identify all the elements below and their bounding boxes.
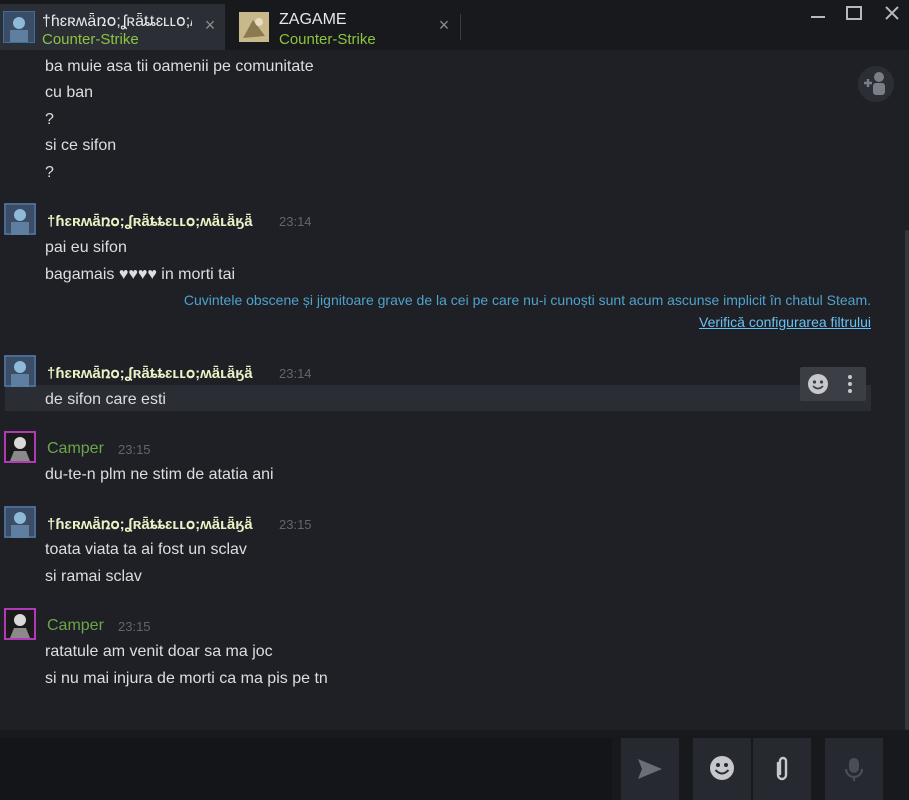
- tab-game-status: Counter-Strike: [42, 31, 139, 48]
- tab-chat-zagame[interactable]: ZAGAME Counter-Strike ×: [229, 4, 459, 50]
- avatar[interactable]: [4, 431, 36, 463]
- attach-button[interactable]: [753, 738, 811, 800]
- message-text: du-te-n plm ne stim de atatia ani: [45, 466, 274, 483]
- message-text: ba muie asa tii oamenii pe comunitate: [45, 58, 314, 75]
- message-text: toata viata ta ai fost un sclav: [45, 541, 247, 558]
- message-time: 23:15: [279, 517, 312, 532]
- avatar[interactable]: [4, 203, 36, 235]
- message-text: pai eu sifon: [45, 239, 127, 256]
- paperclip-icon: [776, 756, 788, 781]
- tab-chat-active[interactable]: †ɦɛʀʍǟռօ;ʆʀǟȶȶɛʟʟօ;ʍǟʟǟӄǟ Counter-Strike…: [0, 4, 225, 50]
- close-icon[interactable]: ×: [201, 16, 219, 34]
- add-friend-icon[interactable]: [858, 66, 894, 102]
- message-text: bagamais ♥♥♥♥ in morti tai: [45, 266, 236, 283]
- message-text: si nu mai injura de morti ca ma pis pe t…: [45, 670, 328, 687]
- message-text: ?: [45, 111, 54, 128]
- tab-friend-name: †ɦɛʀʍǟռօ;ʆʀǟȶȶɛʟʟօ;ʍǟʟǟӄǟ: [42, 13, 192, 30]
- message-input[interactable]: [0, 738, 612, 800]
- sender-name[interactable]: Camper: [47, 617, 104, 635]
- message-time: 23:15: [118, 442, 151, 457]
- tab-friend-name: ZAGAME: [279, 11, 347, 28]
- sender-name[interactable]: †ɦɛʀʍǟռօ;ʆʀǟȶȶɛʟʟօ;ʍǟʟǟӄǟ: [47, 364, 253, 382]
- tab-divider: [460, 14, 461, 40]
- emoji-icon: [710, 756, 734, 780]
- minimize-icon[interactable]: [802, 4, 834, 28]
- sender-name[interactable]: Camper: [47, 440, 104, 458]
- avatar[interactable]: [4, 506, 36, 538]
- avatar: [239, 12, 269, 42]
- message-actions: [800, 367, 866, 401]
- window-close-icon[interactable]: [876, 4, 908, 28]
- avatar[interactable]: [4, 608, 36, 640]
- close-icon[interactable]: ×: [435, 16, 453, 34]
- message-composer: [0, 730, 909, 800]
- filter-settings-link[interactable]: Verifică configurarea filtrului: [699, 314, 871, 330]
- message-text: ratatule am venit doar sa ma joc: [45, 643, 273, 660]
- message-time: 23:14: [279, 214, 312, 229]
- tab-game-status: Counter-Strike: [279, 31, 376, 48]
- message-time: 23:15: [118, 619, 151, 634]
- emoji-icon[interactable]: [807, 373, 829, 395]
- avatar: [3, 11, 35, 43]
- sender-name[interactable]: †ɦɛʀʍǟռօ;ʆʀǟȶȶɛʟʟօ;ʍǟʟǟӄǟ: [47, 515, 253, 533]
- maximize-icon[interactable]: [838, 4, 870, 28]
- more-vertical-icon[interactable]: [840, 373, 860, 395]
- filter-notice: Cuvintele obscene și jignitoare grave de…: [183, 292, 871, 308]
- message-text: cu ban: [45, 84, 94, 101]
- voice-button[interactable]: [825, 738, 883, 800]
- send-button[interactable]: [621, 738, 679, 800]
- scrollbar[interactable]: [905, 230, 909, 730]
- message-text: ?: [45, 164, 54, 181]
- sender-name[interactable]: †ɦɛʀʍǟռօ;ʆʀǟȶȶɛʟʟօ;ʍǟʟǟӄǟ: [47, 212, 253, 230]
- message-text: si ce sifon: [45, 137, 117, 154]
- message-text: de sifon care esti: [45, 391, 166, 408]
- message-text: si ramai sclav: [45, 568, 142, 585]
- microphone-icon: [844, 758, 864, 781]
- title-bar: †ɦɛʀʍǟռօ;ʆʀǟȶȶɛʟʟօ;ʍǟʟǟӄǟ Counter-Strike…: [0, 0, 909, 50]
- avatar[interactable]: [4, 355, 36, 387]
- message-time: 23:14: [279, 366, 312, 381]
- send-icon: [638, 759, 662, 779]
- emoji-button[interactable]: [693, 738, 751, 800]
